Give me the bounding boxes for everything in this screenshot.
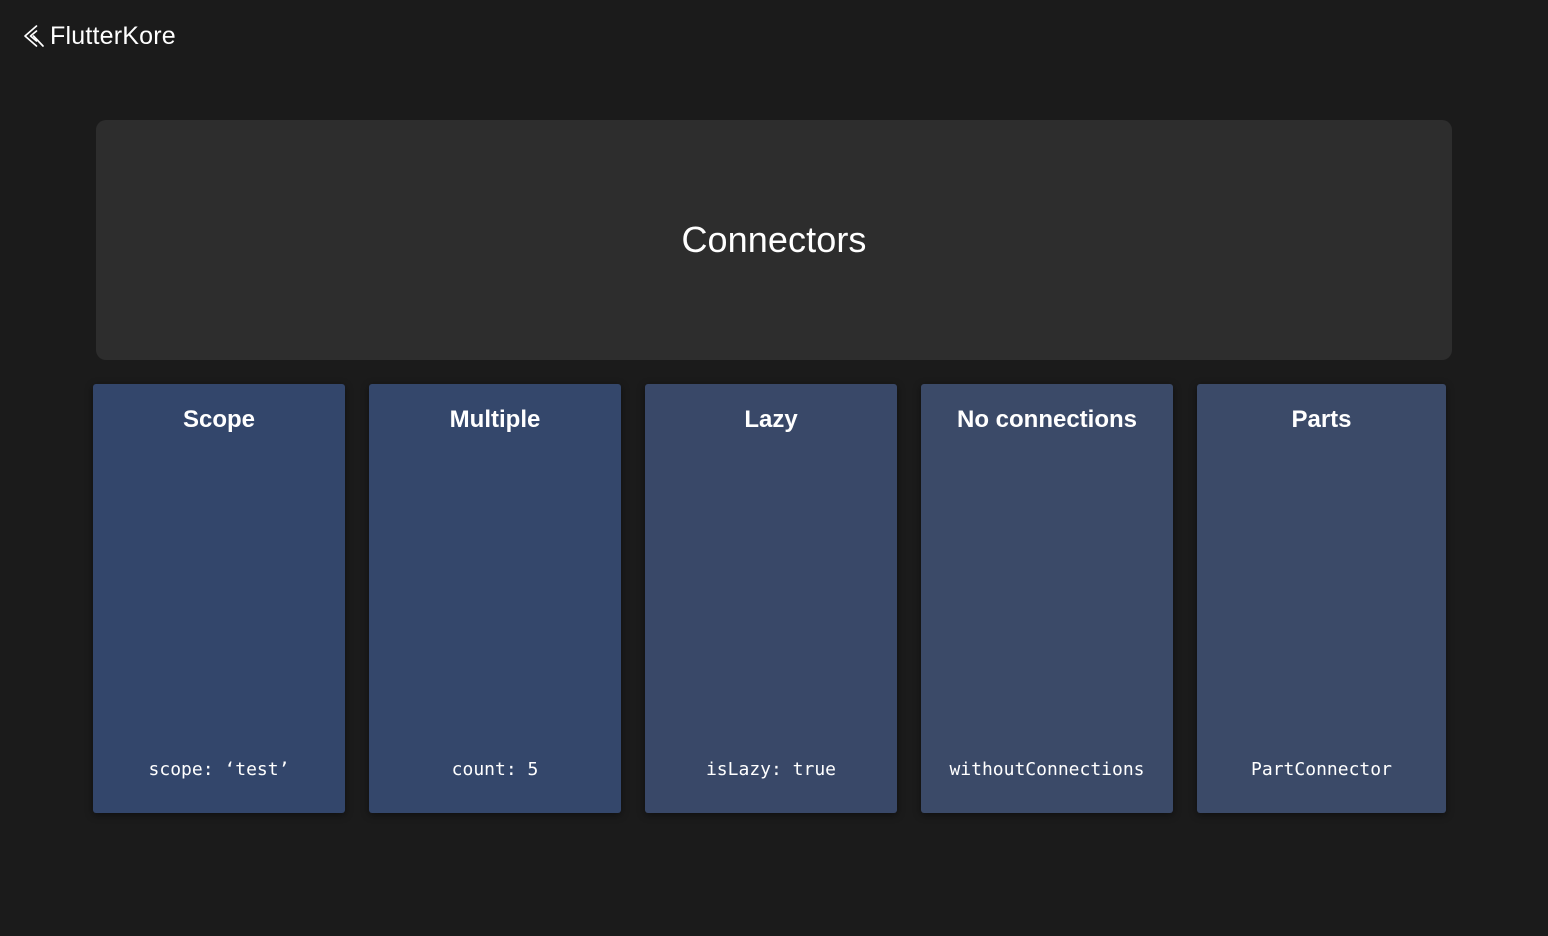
brand-name: FlutterKore (50, 22, 176, 50)
page: FlutterKore Connectors Scope scope: ‘tes… (0, 0, 1548, 936)
card-code: withoutConnections (949, 759, 1145, 780)
card-title: Lazy (744, 406, 798, 433)
connector-card-no-connections[interactable]: No connections withoutConnections (921, 384, 1173, 813)
card-code: scope: ‘test’ (148, 759, 290, 780)
page-title: Connectors (681, 219, 867, 260)
hero-banner: Connectors (96, 120, 1452, 360)
card-title: No connections (956, 406, 1137, 433)
card-code: PartConnector (1251, 759, 1392, 780)
connector-cards: Scope scope: ‘test’ Multiple count: 5 La… (93, 384, 1447, 813)
connector-card-scope[interactable]: Scope scope: ‘test’ (93, 384, 345, 813)
card-title: Parts (1291, 406, 1352, 433)
connector-card-parts[interactable]: Parts PartConnector (1197, 384, 1446, 813)
card-title: Multiple (449, 406, 541, 433)
flutter-logo-icon (24, 25, 44, 47)
connector-card-multiple[interactable]: Multiple count: 5 (369, 384, 621, 813)
card-code: count: 5 (451, 759, 539, 780)
brand[interactable]: FlutterKore (22, 20, 176, 52)
connector-card-lazy[interactable]: Lazy isLazy: true (645, 384, 897, 813)
card-code: isLazy: true (705, 759, 837, 780)
card-title: Scope (182, 406, 256, 433)
